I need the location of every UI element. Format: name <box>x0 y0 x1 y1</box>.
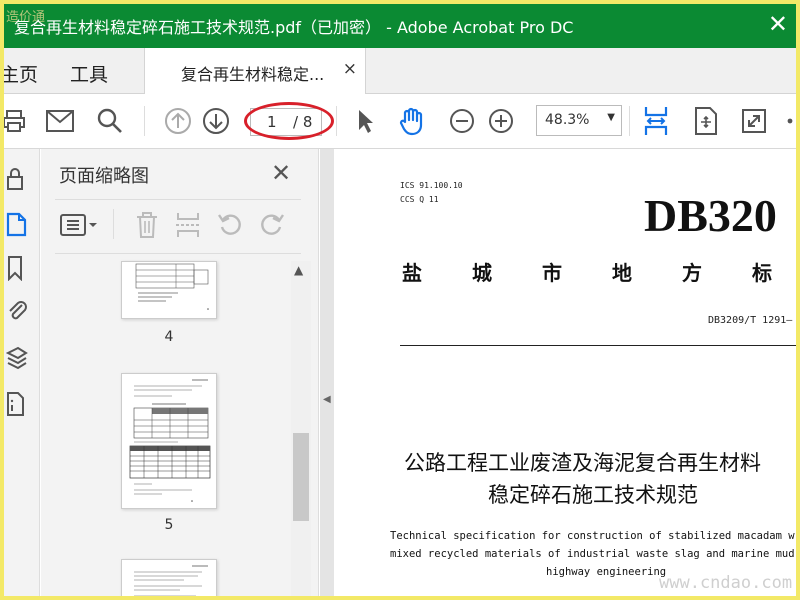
ccs-line: CCS Q 11 <box>400 195 439 204</box>
extract-pages-icon[interactable] <box>175 211 201 239</box>
panel-toolbar <box>41 201 319 251</box>
region-char: 城 <box>472 261 492 285</box>
window-title: 复合再生材料稳定碎石施工技术规范.pdf（已加密） - Adobe Acroba… <box>14 18 574 37</box>
tab-close-button[interactable]: × <box>343 59 357 79</box>
thumbnail-page-number: 5 <box>164 517 174 533</box>
toolbar-divider <box>336 106 337 136</box>
panel-tools-divider <box>113 209 114 239</box>
panel-divider <box>55 253 301 254</box>
next-page-icon[interactable] <box>200 105 232 137</box>
bookmark-icon[interactable] <box>6 255 28 281</box>
site-watermark: www.cndao.com <box>659 573 793 593</box>
panel-divider <box>55 199 301 200</box>
nav-tools[interactable]: 工具 <box>70 60 108 87</box>
ics-line: ICS 91.100.10 <box>400 181 463 190</box>
scrollbar-thumb[interactable] <box>293 433 309 521</box>
region-char: 市 <box>542 261 562 285</box>
issuing-region: 盐城市地方标 <box>402 257 796 286</box>
ics-code: ICS 91.100.10 CCS Q 11 <box>400 179 463 207</box>
panel-collapse-handle[interactable]: ◀ <box>320 149 334 596</box>
page-thumbnail[interactable] <box>121 559 217 596</box>
hand-tool-icon[interactable] <box>396 105 428 137</box>
region-char: 标 <box>752 261 772 285</box>
layers-icon[interactable] <box>6 345 28 371</box>
page-thumbnail[interactable] <box>121 261 217 319</box>
scroll-up-icon[interactable]: ▲ <box>294 263 303 277</box>
rotate-left-icon[interactable] <box>217 211 243 237</box>
document-properties-icon[interactable] <box>6 391 28 417</box>
rotate-right-icon[interactable] <box>259 211 285 237</box>
thumbnail-page-number: 4 <box>164 329 174 345</box>
toolbar <box>4 94 796 149</box>
toolbar-divider <box>629 106 630 136</box>
nav-home[interactable]: 主页 <box>4 60 38 87</box>
document-tab-label: 复合再生材料稳定... <box>181 65 325 84</box>
print-icon[interactable] <box>4 105 30 137</box>
document-view[interactable]: ICS 91.100.10 CCS Q 11 DB320 盐 城 市 地 方 标 DB32… <box>334 149 796 596</box>
more-tools-icon[interactable] <box>774 105 796 137</box>
standard-number: DB3209/T 1291— <box>708 315 793 326</box>
window-close-button[interactable]: ✕ <box>768 10 788 38</box>
chevron-down-icon: ▼ <box>607 112 615 123</box>
thumbnail-scrollbar[interactable]: ▲ <box>291 261 311 596</box>
thumbnail-options-icon[interactable] <box>59 213 99 237</box>
zoom-select[interactable]: 48.3% ▼ <box>536 105 622 136</box>
attachment-icon[interactable] <box>6 297 28 323</box>
standard-mark: DB320 <box>644 190 777 241</box>
page-thumbnails-panel: 页面缩略图 ✕ 4 5 ▲ <box>41 149 319 596</box>
zoom-value: 48.3% <box>545 112 590 128</box>
document-tab[interactable]: 复合再生材料稳定... × <box>144 48 366 94</box>
fit-page-icon[interactable] <box>690 105 722 137</box>
panel-title: 页面缩略图 <box>59 166 149 187</box>
page-thumbnails-icon[interactable] <box>6 211 28 237</box>
app-window: 造价通 复合再生材料稳定碎石施工技术规范.pdf（已加密） - Adobe Ac… <box>0 0 800 600</box>
title-bar: 造价通 复合再生材料稳定碎石施工技术规范.pdf（已加密） - Adobe Ac… <box>4 4 796 48</box>
left-icon-rail <box>4 149 40 596</box>
chinese-title-line: 稳定碎石施工技术规范 <box>488 483 698 507</box>
email-icon[interactable] <box>44 105 76 137</box>
annotation-circle <box>244 102 334 140</box>
region-char: 方 <box>682 261 702 285</box>
english-title-line: mixed recycled materials of industrial w… <box>390 548 795 560</box>
zoom-out-icon[interactable] <box>446 105 478 137</box>
search-icon[interactable] <box>94 105 126 137</box>
previous-page-icon[interactable] <box>162 105 194 137</box>
region-char: 地 <box>612 261 632 285</box>
delete-page-icon[interactable] <box>135 211 159 239</box>
chinese-title-line: 公路工程工业废渣及海泥复合再生材料 <box>404 451 761 475</box>
fit-width-icon[interactable] <box>640 105 672 137</box>
chinese-title: 公路工程工业废渣及海泥复合再生材料 稳定碎石施工技术规范 <box>404 447 796 511</box>
toolbar-divider <box>144 106 145 136</box>
zoom-in-icon[interactable] <box>485 105 517 137</box>
select-cursor-icon[interactable] <box>349 105 381 137</box>
region-char: 盐 <box>402 261 422 285</box>
full-screen-icon[interactable] <box>738 105 770 137</box>
english-title-line: Technical specification for construction… <box>390 530 795 542</box>
header-rule <box>400 345 796 346</box>
page-thumbnail[interactable] <box>121 373 217 509</box>
tab-bar: 主页 工具 复合再生材料稳定... × <box>4 48 796 94</box>
panel-close-button[interactable]: ✕ <box>271 159 291 187</box>
lock-icon[interactable] <box>6 167 28 193</box>
collapse-arrow-icon: ◀ <box>323 394 331 405</box>
